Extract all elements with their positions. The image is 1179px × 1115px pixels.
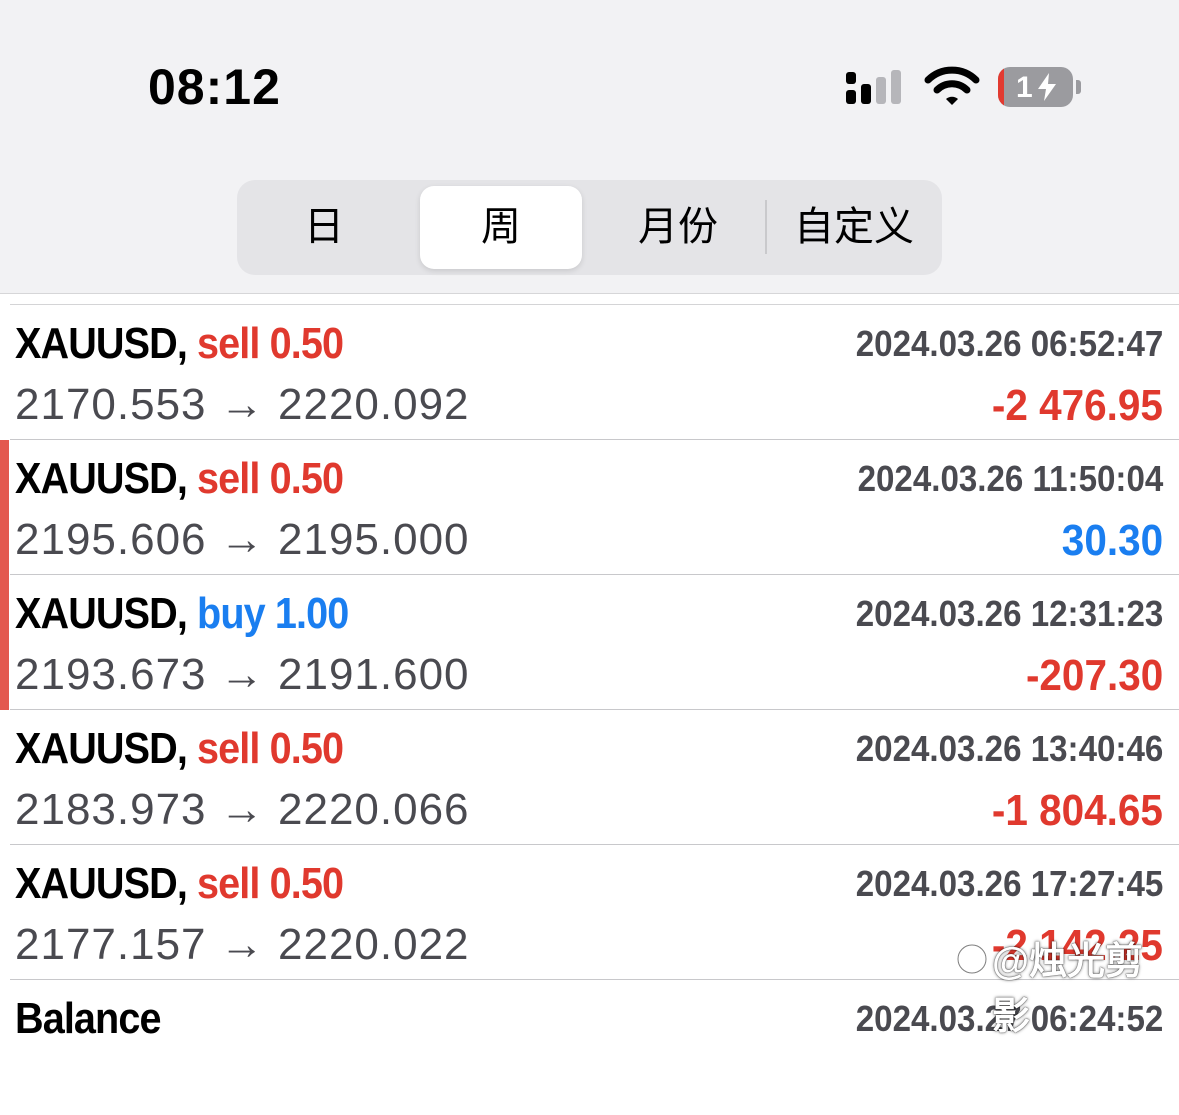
open-price: 2177.157	[15, 920, 207, 969]
trade-volume: 0.50	[269, 454, 344, 503]
trade-symbol: XAUUSD,	[15, 589, 188, 638]
header-area: 08:12 1 日 周 月份 自定义	[0, 0, 1179, 294]
trade-prices: 2195.606 → 2195.000	[15, 515, 470, 565]
trade-prices: 2177.157 → 2220.022	[15, 920, 470, 970]
close-price: 2220.066	[278, 785, 470, 834]
trade-symbol: XAUUSD,	[15, 724, 188, 773]
tab-custom[interactable]: 自定义	[773, 186, 935, 269]
trade-time: 2024.03.26 17:27:45	[855, 863, 1163, 904]
trade-profit: -1 804.65	[991, 786, 1163, 835]
status-time: 08:12	[148, 59, 281, 115]
highlight-bar	[0, 440, 9, 575]
trade-symbol-line: XAUUSD, sell 0.50	[15, 859, 344, 909]
trade-side: sell	[197, 859, 260, 908]
trade-row[interactable]: XAUUSD, buy 1.00 2024.03.26 12:31:23 2193.…	[0, 575, 1179, 710]
highlight-bar	[0, 575, 9, 710]
close-price: 2220.092	[278, 380, 470, 429]
trade-time: 2024.03.26 12:31:23	[855, 593, 1163, 634]
trade-side: sell	[197, 319, 260, 368]
battery-charging-icon: 1	[998, 67, 1073, 107]
trade-side: sell	[197, 454, 260, 503]
trade-symbol-line: Balance	[15, 994, 161, 1044]
battery-tip	[1076, 80, 1081, 94]
trade-row[interactable]: XAUUSD, sell 0.50 2024.03.26 11:50:04 2195…	[0, 440, 1179, 575]
segment-divider	[765, 200, 767, 254]
battery-low-marker	[998, 67, 1004, 107]
arrow-icon: →	[219, 515, 265, 564]
trade-time: 2024.03.26 13:40:46	[855, 728, 1163, 769]
trade-time: 2024.03.26 11:50:04	[857, 458, 1163, 499]
battery-level: 1	[1016, 71, 1033, 104]
period-segmented-control: 日 周 月份 自定义	[237, 180, 942, 275]
arrow-icon: →	[219, 650, 265, 699]
trade-side: sell	[197, 724, 260, 773]
trade-symbol-line: XAUUSD, sell 0.50	[15, 319, 344, 369]
watermark-text: @烛光剪影	[992, 941, 1144, 1038]
trade-profit: -207.30	[1025, 651, 1163, 700]
trade-symbol-line: XAUUSD, sell 0.50	[15, 454, 344, 504]
trade-symbol: XAUUSD,	[15, 859, 188, 908]
close-price: 2191.600	[278, 650, 470, 699]
trade-volume: 0.50	[269, 319, 344, 368]
trade-row[interactable]: XAUUSD, sell 0.50 2024.03.26 13:40:46 2183…	[0, 710, 1179, 845]
open-price: 2193.673	[15, 650, 207, 699]
tab-week[interactable]: 周	[420, 186, 582, 269]
tab-month[interactable]: 月份	[597, 186, 759, 269]
trade-volume: 0.50	[269, 859, 344, 908]
close-price: 2195.000	[278, 515, 470, 564]
trade-prices: 2183.973 → 2220.066	[15, 785, 470, 835]
trade-symbol-line: XAUUSD, sell 0.50	[15, 724, 344, 774]
trade-prices: 2170.553 → 2220.092	[15, 380, 470, 430]
trade-row[interactable]: XAUUSD, sell 0.50 2024.03.26 06:52:47 2170…	[0, 305, 1179, 440]
trade-time: 2024.03.26 06:52:47	[855, 323, 1163, 364]
signal-icon	[846, 70, 901, 104]
arrow-icon: →	[219, 920, 265, 969]
trade-volume: 1.00	[274, 589, 349, 638]
wifi-icon	[924, 66, 980, 105]
trade-symbol-line: XAUUSD, buy 1.00	[15, 589, 349, 639]
trade-symbol: XAUUSD,	[15, 319, 188, 368]
open-price: 2183.973	[15, 785, 207, 834]
trade-symbol: Balance	[15, 994, 161, 1043]
arrow-icon: →	[219, 785, 265, 834]
trade-side: buy	[197, 589, 266, 638]
trade-symbol: XAUUSD,	[15, 454, 188, 503]
trade-prices: 2193.673 → 2191.600	[15, 650, 470, 700]
close-price: 2220.022	[278, 920, 470, 969]
arrow-icon: →	[219, 380, 265, 429]
trade-profit: -2 476.95	[991, 381, 1163, 430]
bolt-icon	[1038, 73, 1056, 101]
open-price: 2195.606	[15, 515, 207, 564]
trade-volume: 0.50	[269, 724, 344, 773]
trade-profit: 30.30	[1061, 516, 1163, 565]
tab-day[interactable]: 日	[243, 186, 405, 269]
watermark-logo-icon	[956, 943, 988, 975]
open-price: 2170.553	[15, 380, 207, 429]
